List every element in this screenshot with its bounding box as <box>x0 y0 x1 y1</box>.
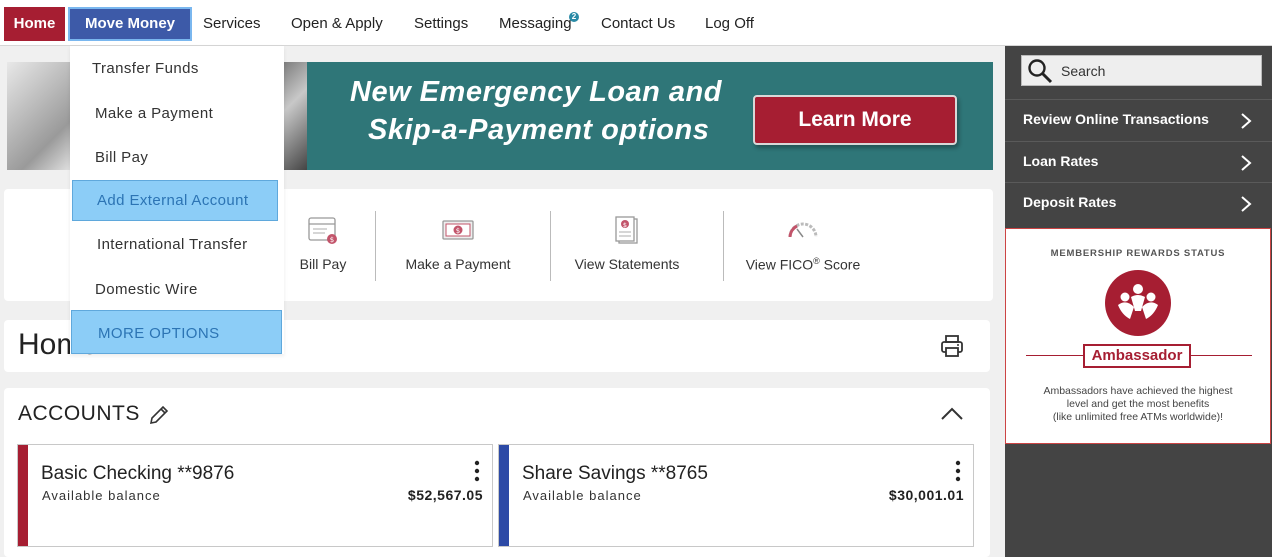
payment-icon: $ <box>442 220 474 240</box>
nav-settings[interactable]: Settings <box>414 7 468 41</box>
quick-action-make-payment[interactable]: $ Make a Payment <box>394 189 522 301</box>
divider <box>723 211 724 281</box>
account-color-bar <box>499 445 509 546</box>
account-card-savings[interactable]: Share Savings **8765 Available balance $… <box>498 444 974 547</box>
account-balance-label: Available balance <box>523 488 642 503</box>
rewards-logo-icon <box>1105 270 1171 336</box>
right-sidebar: Search Review Online Transactions Loan R… <box>1005 46 1272 557</box>
kebab-menu-icon[interactable] <box>474 460 480 482</box>
chevron-right-icon <box>1241 113 1252 129</box>
sidebar-link-loan-rates[interactable]: Loan Rates <box>1005 141 1272 181</box>
menu-item-make-payment[interactable]: Make a Payment <box>95 105 275 122</box>
chevron-up-icon[interactable] <box>940 406 964 422</box>
accounts-section: ACCOUNTS Basic Checking **9876 Available… <box>4 388 990 557</box>
banner-headline-line2: Skip-a-Payment options <box>368 114 710 146</box>
status-badge: Ambassador <box>1083 344 1191 368</box>
quick-action-bill-pay-label: Bill Pay <box>299 256 347 272</box>
menu-item-domestic-wire[interactable]: Domestic Wire <box>95 281 275 298</box>
menu-item-international-transfer[interactable]: International Transfer <box>97 236 277 253</box>
rewards-title: MEMBERSHIP REWARDS STATUS <box>1050 248 1226 259</box>
membership-rewards-card: MEMBERSHIP REWARDS STATUS Ambassador Amb… <box>1005 228 1271 444</box>
nav-messaging[interactable]: Messaging <box>499 7 572 41</box>
bill-pay-icon: $ <box>308 217 337 244</box>
account-balance: $52,567.05 <box>407 487 483 503</box>
sidebar-link-label: Deposit Rates <box>1023 194 1117 210</box>
nav-open-apply[interactable]: Open & Apply <box>291 7 383 41</box>
svg-text:$: $ <box>330 236 334 244</box>
search-icon <box>1028 59 1053 84</box>
quick-action-bill-pay[interactable]: $ Bill Pay <box>274 189 372 301</box>
nav-log-off[interactable]: Log Off <box>705 7 754 41</box>
account-card-checking[interactable]: Basic Checking **9876 Available balance … <box>17 444 493 547</box>
learn-more-button[interactable]: Learn More <box>753 95 957 145</box>
svg-text:$: $ <box>623 221 627 229</box>
fico-label-suffix: Score <box>819 256 861 273</box>
pencil-icon[interactable] <box>148 404 170 426</box>
nav-move-money[interactable]: Move Money <box>68 7 192 41</box>
top-nav: Home Move Money Services Open & Apply Se… <box>0 0 1272 46</box>
divider <box>375 211 376 281</box>
rewards-description-line3: (like unlimited free ATMs worldwide)! <box>1052 411 1224 423</box>
sidebar-link-review-transactions[interactable]: Review Online Transactions <box>1005 99 1272 139</box>
account-name: Basic Checking **9876 <box>41 463 235 484</box>
quick-action-make-payment-label: Make a Payment <box>405 256 511 272</box>
nav-home[interactable]: Home <box>4 7 65 41</box>
chevron-right-icon <box>1241 196 1252 212</box>
kebab-menu-icon[interactable] <box>955 460 961 482</box>
fico-label-prefix: View FICO <box>745 256 814 273</box>
move-money-dropdown: Transfer Funds Make a Payment Bill Pay A… <box>70 46 284 354</box>
sidebar-link-deposit-rates[interactable]: Deposit Rates <box>1005 182 1272 222</box>
search-button[interactable]: Search <box>1021 55 1262 86</box>
search-label: Search <box>1061 63 1106 79</box>
sidebar-link-label: Review Online Transactions <box>1023 111 1209 127</box>
accounts-title: ACCOUNTS <box>18 402 140 425</box>
menu-item-bill-pay[interactable]: Bill Pay <box>95 149 275 166</box>
quick-action-view-statements-label: View Statements <box>574 256 680 272</box>
gauge-icon <box>788 222 818 238</box>
svg-text:$: $ <box>456 227 460 235</box>
quick-action-view-fico-label: View FICO® Score <box>738 256 868 273</box>
account-balance-label: Available balance <box>42 488 161 503</box>
statements-icon: $ <box>615 216 638 244</box>
account-color-bar <box>18 445 28 546</box>
messaging-badge: 2 <box>569 12 579 22</box>
menu-item-add-external-account[interactable]: Add External Account <box>72 180 278 221</box>
rewards-description: Ambassadors have achieved the highest le… <box>1018 385 1258 424</box>
rewards-description-line2: level and get the most benefits <box>1066 398 1210 410</box>
sidebar-link-label: Loan Rates <box>1023 153 1099 169</box>
account-name: Share Savings **8765 <box>522 463 708 484</box>
menu-item-more-options[interactable]: MORE OPTIONS <box>71 310 282 354</box>
nav-contact-us[interactable]: Contact Us <box>601 7 675 41</box>
registered-mark: ® <box>813 256 820 266</box>
divider <box>550 211 551 281</box>
menu-item-transfer-funds[interactable]: Transfer Funds <box>92 60 272 77</box>
account-balance: $30,001.01 <box>888 487 964 503</box>
banner-headline-line1: New Emergency Loan and <box>350 76 722 108</box>
rewards-description-line1: Ambassadors have achieved the highest <box>1043 385 1233 397</box>
nav-services[interactable]: Services <box>203 7 261 41</box>
quick-action-view-fico-score[interactable]: View FICO® Score <box>738 189 868 301</box>
chevron-right-icon <box>1241 155 1252 171</box>
print-icon[interactable] <box>940 334 964 358</box>
quick-action-view-statements[interactable]: $ View Statements <box>564 189 690 301</box>
